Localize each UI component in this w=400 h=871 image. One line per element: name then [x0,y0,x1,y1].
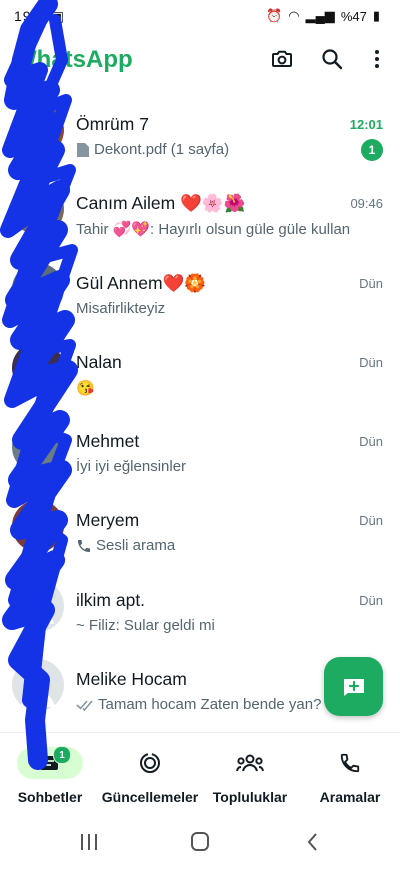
avatar[interactable] [12,104,64,156]
updates-icon [140,753,160,773]
chat-row[interactable]: Canım Ailem ❤️🌸🌺 Tahir 💞💖: Hayırlı olsun… [0,171,400,250]
tab-communities-label: Topluluklar [212,789,288,805]
chat-preview-text: Dekont.pdf (1 sayfa) [94,141,230,158]
default-group-avatar-icon [22,591,54,624]
tab-calls[interactable]: Aramalar [300,733,400,817]
chat-name: Nalan [76,351,122,372]
avatar[interactable] [12,659,64,712]
chat-preview: Misafirlikteyiz [76,300,336,317]
status-bar: 19 ◙ ▣ ⏰ ◠ ▂▄▆ %47 ▮ [0,0,400,34]
more-vertical-icon [375,50,379,68]
alarm-icon: ⏰ [266,8,283,23]
chat-time: 09:46 [350,196,383,212]
chat-preview: ~ Filiz: Sular geldi mi [76,617,336,634]
avatar[interactable] [12,341,64,394]
chat-time: Dün [359,592,383,608]
chat-preview-text: Misafirlikteyiz [76,299,166,317]
chat-preview: 😘 [76,379,336,397]
chat-row[interactable]: Ömrüm 7 Dekont.pdf (1 sayfa) 12:01 1 [0,92,400,171]
wifi-icon: ◠ [288,8,300,23]
system-navigation-bar [0,816,400,866]
new-chat-icon [343,678,364,696]
chat-time: Dün [359,275,383,291]
more-options-button[interactable] [364,46,390,72]
chat-preview: Dekont.pdf (1 sayfa) [76,141,336,158]
chat-preview-text: Sesli arama [96,537,176,555]
avatar[interactable] [12,183,64,236]
tab-chats[interactable]: 1 Sohbetler [0,733,100,817]
voice-call-icon [78,539,90,552]
communities-icon [236,754,264,772]
chat-preview-text: Tamam hocam Zaten bende yan? [98,696,322,714]
document-icon [77,142,89,157]
tab-updates-label: Güncellemeler [101,789,199,805]
chat-time: Dün [359,513,383,529]
signal-icon: ▂▄▆ [305,8,335,23]
chat-name: ilkim apt. [76,589,146,610]
avatar[interactable] [12,579,64,632]
chat-name: Meryem [76,510,140,531]
chat-name: Canım Ailem ❤️🌸🌺 [76,193,246,214]
battery-text: %47 [340,8,367,24]
chat-time: Dün [359,434,383,450]
chat-row[interactable]: Mehmet İyi iyi eğlensinler Dün [0,409,400,488]
bottom-navigation: 1 Sohbetler Güncellemeler Topluluklar Ar… [0,732,400,817]
tab-calls-pill [317,747,383,779]
recent-apps-button[interactable] [81,834,97,850]
tab-chats-badge: 1 [53,746,71,764]
home-button[interactable] [191,832,209,851]
tab-communities[interactable]: Topluluklar [200,733,300,817]
camera-icon [272,50,292,67]
battery-icon: ▮ [372,8,380,23]
chat-list: Ömrüm 7 Dekont.pdf (1 sayfa) 12:01 1 Can… [0,92,400,726]
chat-preview: Sesli arama [76,537,336,554]
chat-preview-text: Tahir 💞💖: Hayırlı olsun güle güle kullan [76,221,351,239]
tab-calls-label: Aramalar [319,789,381,805]
default-user-avatar-icon [21,670,55,708]
status-left-text: 19 ◙ ▣ [14,8,66,24]
chat-preview: Tahir 💞💖: Hayırlı olsun güle güle kullan [76,220,386,238]
tab-chats-pill [17,747,83,779]
unread-badge: 1 [361,139,383,161]
back-button[interactable] [307,833,317,851]
tab-communities-pill [217,747,283,779]
chat-preview: İyi iyi eğlensinler [76,458,336,475]
tab-updates[interactable]: Güncellemeler [100,733,200,817]
avatar[interactable] [12,500,64,553]
chat-row[interactable]: Meryem Sesli arama Dün [0,488,400,567]
chat-row[interactable]: Gül Annem❤️🏵️ Misafirlikteyiz Dün [0,251,400,330]
app-bar: WhatsApp [0,34,400,86]
app-title: WhatsApp [14,46,133,73]
chat-name: Gül Annem❤️🏵️ [76,272,207,293]
chat-preview-text: İyi iyi eğlensinler [76,458,187,476]
chat-preview: Tamam hocam Zaten bende yan? [76,696,326,713]
tab-updates-pill [117,747,183,779]
chat-row[interactable]: ilkim apt. ~ Filiz: Sular geldi mi Dün [0,568,400,647]
search-icon [322,49,343,70]
chat-name: Melike Hocam [76,669,187,690]
camera-button[interactable] [269,46,295,72]
search-button[interactable] [319,46,345,72]
tab-chats-label: Sohbetler [17,789,83,805]
chat-name: Ömrüm 7 [76,114,149,134]
double-check-icon [76,700,93,711]
chat-time: 12:01 [349,117,383,132]
new-chat-button[interactable] [324,657,383,716]
avatar[interactable] [12,262,64,315]
calls-icon [340,753,360,773]
chat-name: Mehmet [76,431,140,452]
chat-row[interactable]: Nalan 😘 Dün [0,330,400,409]
avatar[interactable] [12,421,64,474]
chat-preview-text: ~ Filiz: Sular geldi mi [76,616,215,634]
chat-time: Dün [359,354,383,370]
chat-preview-text: 😘 [76,379,95,397]
